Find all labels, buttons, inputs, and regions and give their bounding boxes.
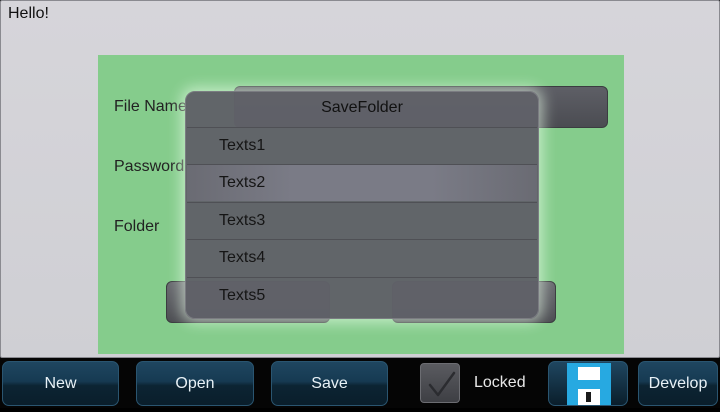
folder-item-texts3[interactable]: Texts3	[187, 202, 537, 239]
folder-item-label: Texts4	[219, 249, 266, 266]
save-button[interactable]: Save	[271, 361, 388, 406]
save-disk-button[interactable]	[548, 361, 628, 406]
folder-item-label: Texts3	[219, 212, 266, 229]
folder-item-texts1[interactable]: Texts1	[187, 127, 537, 164]
folder-item-label: Texts5	[219, 287, 266, 304]
folder-item-label: Texts1	[219, 137, 266, 154]
develop-button[interactable]: Develop	[638, 361, 718, 406]
folder-item-texts2[interactable]: Texts2	[187, 164, 537, 201]
greeting-text: Hello!	[8, 5, 49, 22]
new-button[interactable]: New	[2, 361, 119, 406]
checkmark-icon	[428, 371, 456, 397]
locked-checkbox[interactable]	[420, 363, 460, 403]
locked-label: Locked	[474, 374, 526, 391]
bottom-toolbar: New Open Save Locked Develop	[0, 358, 720, 408]
floppy-disk-icon	[567, 363, 611, 405]
file-name-label: File Name	[114, 98, 187, 115]
folder-item-label: Texts2	[219, 174, 266, 191]
folder-item-texts5[interactable]: Texts5	[187, 277, 537, 314]
folder-item-texts4[interactable]: Texts4	[187, 239, 537, 276]
password-label: Password	[114, 158, 185, 175]
open-button[interactable]: Open	[136, 361, 254, 406]
main-window: Hello! File Name Password Folder SaveFol…	[0, 0, 720, 358]
save-folder-dialog: SaveFolder Texts1 Texts2 Texts3 Texts4 T…	[185, 91, 539, 319]
folder-label: Folder	[114, 218, 160, 235]
dialog-title: SaveFolder	[321, 99, 403, 116]
